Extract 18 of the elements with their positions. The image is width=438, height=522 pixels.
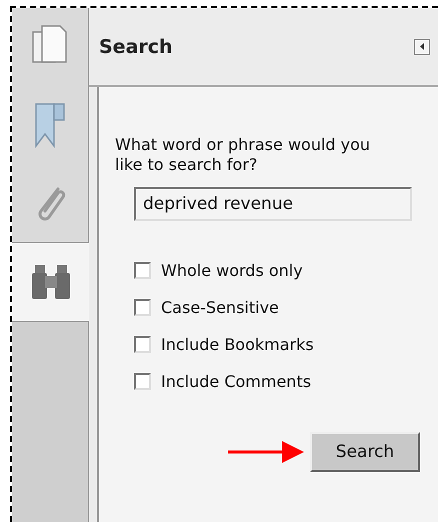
option-label: Whole words only xyxy=(161,260,303,280)
search-field[interactable]: deprived revenue xyxy=(134,187,412,221)
checkbox[interactable] xyxy=(134,336,151,352)
search-prompt: What word or phrase would you like to search for? xyxy=(115,135,372,175)
collapse-button[interactable] xyxy=(414,38,430,54)
sidebar-tab[interactable] xyxy=(12,242,89,322)
bookmark-icon xyxy=(33,102,67,148)
checkbox[interactable] xyxy=(134,298,151,316)
arrow-icon xyxy=(228,439,306,465)
checkbox[interactable] xyxy=(134,372,151,390)
option-label: Case-Sensitive xyxy=(161,298,279,316)
option-label: Include Bookmarks xyxy=(161,334,314,354)
option-label: Include Comments xyxy=(161,372,312,390)
panel-title: Search xyxy=(99,36,173,58)
binoculars-icon xyxy=(30,263,70,301)
search-button[interactable]: Search xyxy=(310,432,420,472)
left-arrow-icon xyxy=(420,43,424,50)
checkbox[interactable] xyxy=(134,262,151,278)
